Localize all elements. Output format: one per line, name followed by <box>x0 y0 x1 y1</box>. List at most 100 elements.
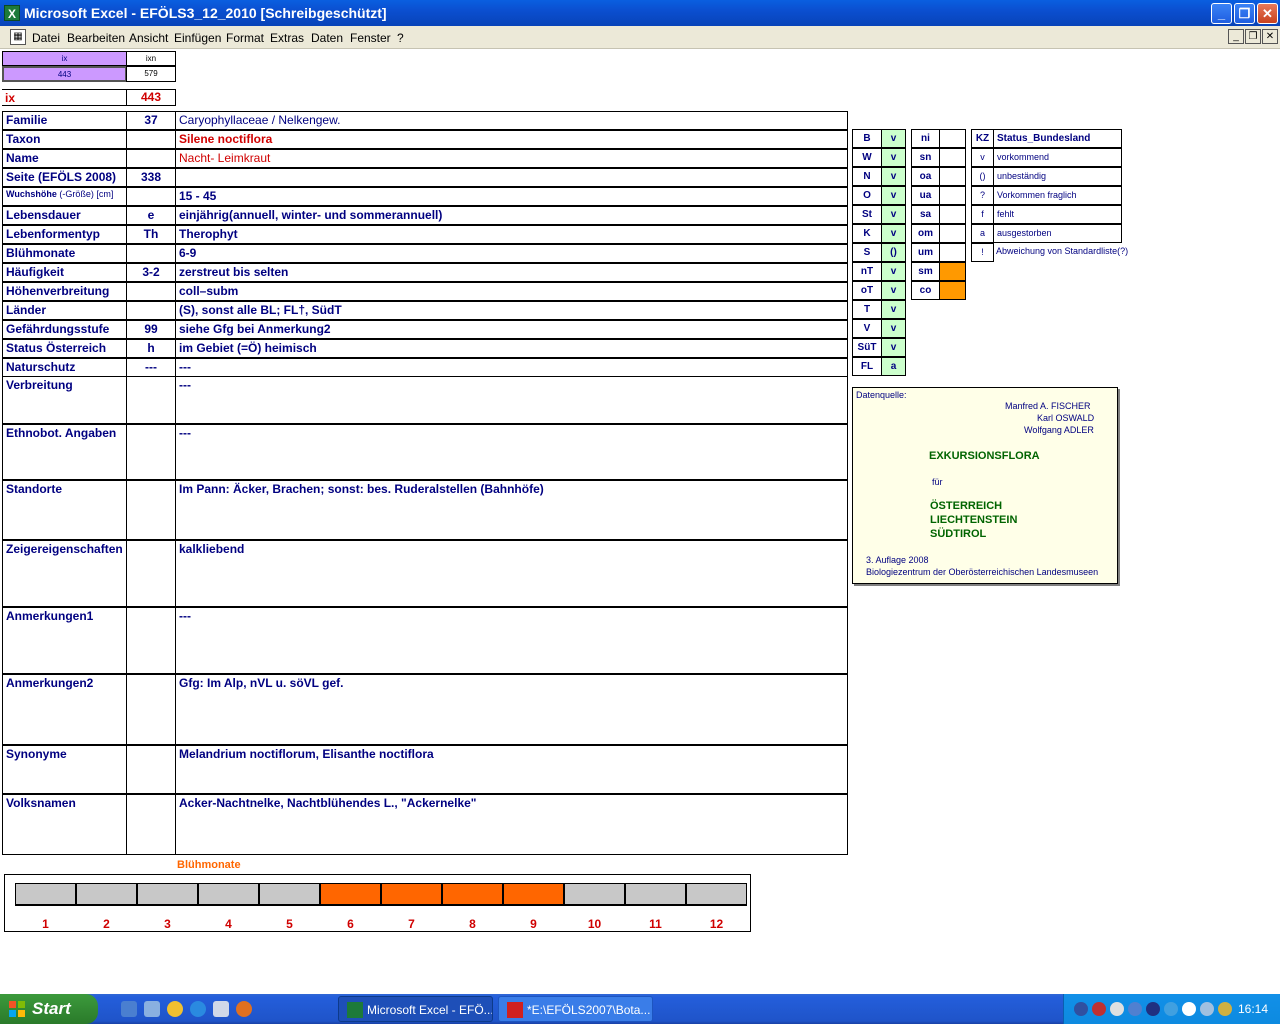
tall-field-value-cell[interactable]: Acker-Nachtnelke, Nachtblühendes L., "Ac… <box>175 794 848 855</box>
explorer-icon[interactable] <box>144 1001 160 1017</box>
volume-icon[interactable] <box>1164 1002 1178 1016</box>
state-code-cell[interactable]: W <box>852 148 882 167</box>
menu-format[interactable]: Format <box>226 31 264 45</box>
firefox-icon[interactable] <box>236 1001 252 1017</box>
state-code-cell[interactable]: B <box>852 129 882 148</box>
state-code-cell[interactable]: St <box>852 205 882 224</box>
tall-field-value-cell[interactable]: Gfg: Im Alp, nVL u. söVL gef. <box>175 674 848 745</box>
worksheet[interactable]: ix ixn 443 579 ix 443 Familie 37 Caryophyl… <box>0 49 1280 990</box>
ix-value-cell[interactable]: 443 <box>2 66 127 82</box>
workbook-restore-button[interactable]: ❐ <box>1245 29 1261 44</box>
internet-explorer-icon[interactable] <box>190 1001 206 1017</box>
tall-field-code-cell[interactable] <box>126 794 176 855</box>
tall-field-value-cell[interactable]: kalkliebend <box>175 540 848 607</box>
update-icon[interactable] <box>1200 1002 1214 1016</box>
field-value-cell[interactable]: (S), sonst alle BL; FL†, SüdT <box>175 301 848 320</box>
tall-field-code-cell[interactable] <box>126 540 176 607</box>
state-code-cell[interactable]: V <box>852 319 882 338</box>
state-status-cell[interactable]: v <box>881 224 906 243</box>
tall-field-value-cell[interactable]: --- <box>175 607 848 674</box>
menu-fenster[interactable]: Fenster <box>350 31 391 45</box>
task-excel[interactable]: Microsoft Excel - EFÖ... <box>338 996 493 1022</box>
state-status-cell[interactable]: v <box>881 167 906 186</box>
state-code-cell[interactable]: nT <box>852 262 882 281</box>
zone-code-cell[interactable]: sn <box>911 148 940 167</box>
field-value-cell[interactable]: 15 - 45 <box>175 187 848 206</box>
field-value-cell[interactable]: coll–subm <box>175 282 848 301</box>
field-code-cell[interactable] <box>126 187 176 206</box>
zone-value-cell[interactable] <box>939 262 966 281</box>
field-value-cell[interactable]: im Gebiet (=Ö) heimisch <box>175 339 848 358</box>
field-code-cell[interactable]: Th <box>126 225 176 244</box>
tall-field-code-cell[interactable] <box>126 674 176 745</box>
zone-value-cell[interactable] <box>939 148 966 167</box>
field-code-cell[interactable] <box>126 130 176 149</box>
zone-code-cell[interactable]: ni <box>911 129 940 148</box>
zone-value-cell[interactable] <box>939 186 966 205</box>
ix-big-value[interactable]: 443 <box>126 89 176 106</box>
state-status-cell[interactable]: () <box>881 243 906 262</box>
tall-field-code-cell[interactable] <box>126 376 176 424</box>
zone-code-cell[interactable]: om <box>911 224 940 243</box>
state-status-cell[interactable]: v <box>881 148 906 167</box>
field-value-cell[interactable]: siehe Gfg bei Anmerkung2 <box>175 320 848 339</box>
zone-code-cell[interactable]: ua <box>911 186 940 205</box>
search-icon[interactable] <box>1110 1002 1124 1016</box>
tall-field-value-cell[interactable]: Melandrium noctiflorum, Elisanthe noctif… <box>175 745 848 794</box>
field-value-cell[interactable]: 6-9 <box>175 244 848 263</box>
state-status-cell[interactable]: v <box>881 338 906 357</box>
zone-value-cell[interactable] <box>939 243 966 262</box>
state-code-cell[interactable]: SüT <box>852 338 882 357</box>
field-code-cell[interactable]: 3-2 <box>126 263 176 282</box>
field-value-cell[interactable]: Caryophyllaceae / Nelkengew. <box>175 111 848 130</box>
tall-field-code-cell[interactable] <box>126 607 176 674</box>
zone-code-cell[interactable]: sa <box>911 205 940 224</box>
email-icon[interactable] <box>213 1001 229 1017</box>
menu-datei[interactable]: Datei <box>32 31 60 45</box>
info-icon[interactable] <box>1182 1002 1196 1016</box>
field-value-cell[interactable] <box>175 168 848 187</box>
state-status-cell[interactable]: v <box>881 205 906 224</box>
state-code-cell[interactable]: O <box>852 186 882 205</box>
zone-code-cell[interactable]: sm <box>911 262 940 281</box>
tall-field-value-cell[interactable]: Im Pann: Äcker, Brachen; sonst: bes. Rud… <box>175 480 848 540</box>
zone-value-cell[interactable] <box>939 224 966 243</box>
state-code-cell[interactable]: oT <box>852 281 882 300</box>
workbook-close-button[interactable]: ✕ <box>1262 29 1278 44</box>
field-value-cell[interactable]: Therophyt <box>175 225 848 244</box>
tools-icon[interactable] <box>1218 1002 1232 1016</box>
menu-help[interactable]: ? <box>397 31 404 45</box>
tall-field-code-cell[interactable] <box>126 480 176 540</box>
zone-code-cell[interactable]: um <box>911 243 940 262</box>
field-code-cell[interactable]: 338 <box>126 168 176 187</box>
tall-field-value-cell[interactable]: --- <box>175 424 848 480</box>
ix-header[interactable]: ix <box>2 51 127 66</box>
menu-bearbeiten[interactable]: Bearbeiten <box>67 31 125 45</box>
ixn-header[interactable]: ixn <box>126 51 176 66</box>
field-code-cell[interactable] <box>126 149 176 168</box>
close-button[interactable]: ✕ <box>1257 3 1278 24</box>
security-icon[interactable] <box>1092 1002 1106 1016</box>
show-desktop-icon[interactable] <box>121 1001 137 1017</box>
field-code-cell[interactable]: e <box>126 206 176 225</box>
field-code-cell[interactable]: 37 <box>126 111 176 130</box>
menu-ansicht[interactable]: Ansicht <box>129 31 168 45</box>
zone-value-cell[interactable] <box>939 167 966 186</box>
state-status-cell[interactable]: v <box>881 319 906 338</box>
tall-field-code-cell[interactable] <box>126 424 176 480</box>
zone-code-cell[interactable]: co <box>911 281 940 300</box>
maximize-button[interactable]: ❐ <box>1234 3 1255 24</box>
field-code-cell[interactable] <box>126 282 176 301</box>
menu-extras[interactable]: Extras <box>270 31 304 45</box>
tall-field-code-cell[interactable] <box>126 745 176 794</box>
menu-daten[interactable]: Daten <box>311 31 343 45</box>
network-icon[interactable] <box>1074 1002 1088 1016</box>
connection-icon[interactable] <box>1128 1002 1142 1016</box>
workbook-minimize-button[interactable]: _ <box>1228 29 1244 44</box>
zone-value-cell[interactable] <box>939 129 966 148</box>
state-status-cell[interactable]: v <box>881 300 906 319</box>
zone-value-cell[interactable] <box>939 205 966 224</box>
ixn-value-cell[interactable]: 579 <box>126 66 176 82</box>
field-code-cell[interactable]: --- <box>126 358 176 377</box>
excel-app-icon[interactable]: X <box>4 5 20 21</box>
